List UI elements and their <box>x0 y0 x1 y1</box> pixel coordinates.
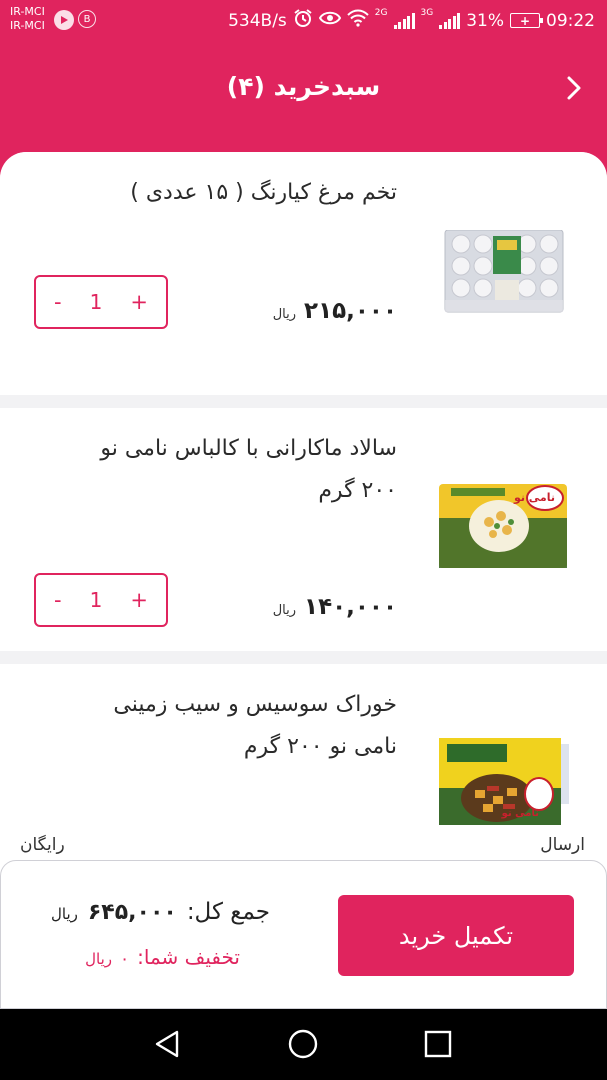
play-icon <box>54 10 74 30</box>
product-name: خوراک سوسیس و سیب زمینی نامی نو ۲۰۰ گرم <box>113 692 397 759</box>
decrement-button[interactable]: - <box>54 588 62 612</box>
discount-currency: ریال <box>85 950 113 968</box>
network-type-2: 3G <box>420 7 434 18</box>
quantity-stepper: - 1 + <box>34 275 168 329</box>
brand-label: نامی نو <box>501 808 539 819</box>
clock: 09:22 <box>546 10 595 31</box>
chevron-right-icon[interactable] <box>559 73 589 103</box>
wifi-icon <box>347 9 369 32</box>
price-amount: ۱۴۰,۰۰۰ <box>304 594 397 620</box>
alarm-icon <box>293 8 313 33</box>
signal-icon <box>393 12 415 29</box>
discount-row: تخفیف شما: ۰ ریال <box>85 945 240 969</box>
price-currency: ریال <box>272 603 297 618</box>
price-currency: ریال <box>272 307 297 322</box>
recents-square-icon[interactable] <box>421 1027 455 1061</box>
product-name: تخم مرغ کیارنگ ( ۱۵ عددی ) <box>130 180 397 205</box>
discount-amount: ۰ <box>120 949 130 969</box>
signal-icon-2 <box>439 12 461 29</box>
battery-percent: 31% <box>466 10 504 31</box>
carrier-line-1: IR-MCI <box>10 5 45 18</box>
cart-item: سالاد ماکارانی با کالباس نامی نو ۲۰۰ گرم… <box>0 408 607 651</box>
back-triangle-icon[interactable] <box>151 1027 185 1061</box>
cart-item: تخم مرغ کیارنگ ( ۱۵ عددی ) ۲۱۵,۰۰۰ ریال <box>0 152 607 395</box>
product-image-sausage-potato[interactable]: نامی نو <box>437 738 569 825</box>
eye-icon <box>318 10 341 31</box>
quantity-value: 1 <box>89 588 103 612</box>
product-price: ۱۴۰,۰۰۰ ریال <box>273 594 397 620</box>
price-amount: ۲۱۵,۰۰۰ <box>304 298 397 324</box>
total-row: جمع کل: ۶۴۵,۰۰۰ ریال <box>51 899 270 925</box>
status-bar: IR-MCI IR-MCI B 534B/s 2G 3G 31% + 09:22 <box>0 0 607 40</box>
discount-label: تخفیف شما: <box>137 945 240 969</box>
product-name: سالاد ماکارانی با کالباس نامی نو ۲۰۰ گرم <box>100 436 397 503</box>
total-label: جمع کل: <box>186 899 270 925</box>
system-navbar <box>0 1009 607 1080</box>
decrement-button[interactable]: - <box>54 290 62 314</box>
shipping-value: رایگان <box>20 835 65 855</box>
product-price: ۲۱۵,۰۰۰ ریال <box>273 298 397 324</box>
net-speed: 534B/s <box>228 10 287 31</box>
total-currency: ریال <box>50 905 78 923</box>
shipping-label: ارسال <box>540 835 585 855</box>
page-title: سبدخرید (۴) <box>226 72 381 101</box>
increment-button[interactable]: + <box>130 588 148 612</box>
carrier-line-2: IR-MCI <box>10 19 45 32</box>
cart-list[interactable]: تخم مرغ کیارنگ ( ۱۵ عددی ) ۲۱۵,۰۰۰ ریال <box>0 152 607 825</box>
carrier-label: IR-MCI IR-MCI <box>10 5 45 33</box>
product-image-eggs[interactable] <box>437 229 569 326</box>
quantity-value: 1 <box>89 290 103 314</box>
home-circle-icon[interactable] <box>286 1027 320 1061</box>
network-type-1: 2G <box>374 7 388 18</box>
checkout-button[interactable]: تکمیل خرید <box>338 895 574 976</box>
checkout-panel: تکمیل خرید جمع کل: ۶۴۵,۰۰۰ ریال تخفیف شم… <box>0 860 607 1009</box>
b-badge-icon: B <box>78 10 96 28</box>
brand-label: نامی نو <box>513 491 555 504</box>
increment-button[interactable]: + <box>130 290 148 314</box>
total-amount: ۶۴۵,۰۰۰ <box>87 900 177 925</box>
shipping-row: ارسال رایگان <box>0 825 607 865</box>
cart-item: خوراک سوسیس و سیب زمینی نامی نو ۲۰۰ گرم … <box>0 664 607 825</box>
product-image-pasta-salad[interactable]: نامی نو <box>437 478 569 574</box>
quantity-stepper: - 1 + <box>34 573 168 627</box>
battery-icon: + <box>510 13 543 28</box>
